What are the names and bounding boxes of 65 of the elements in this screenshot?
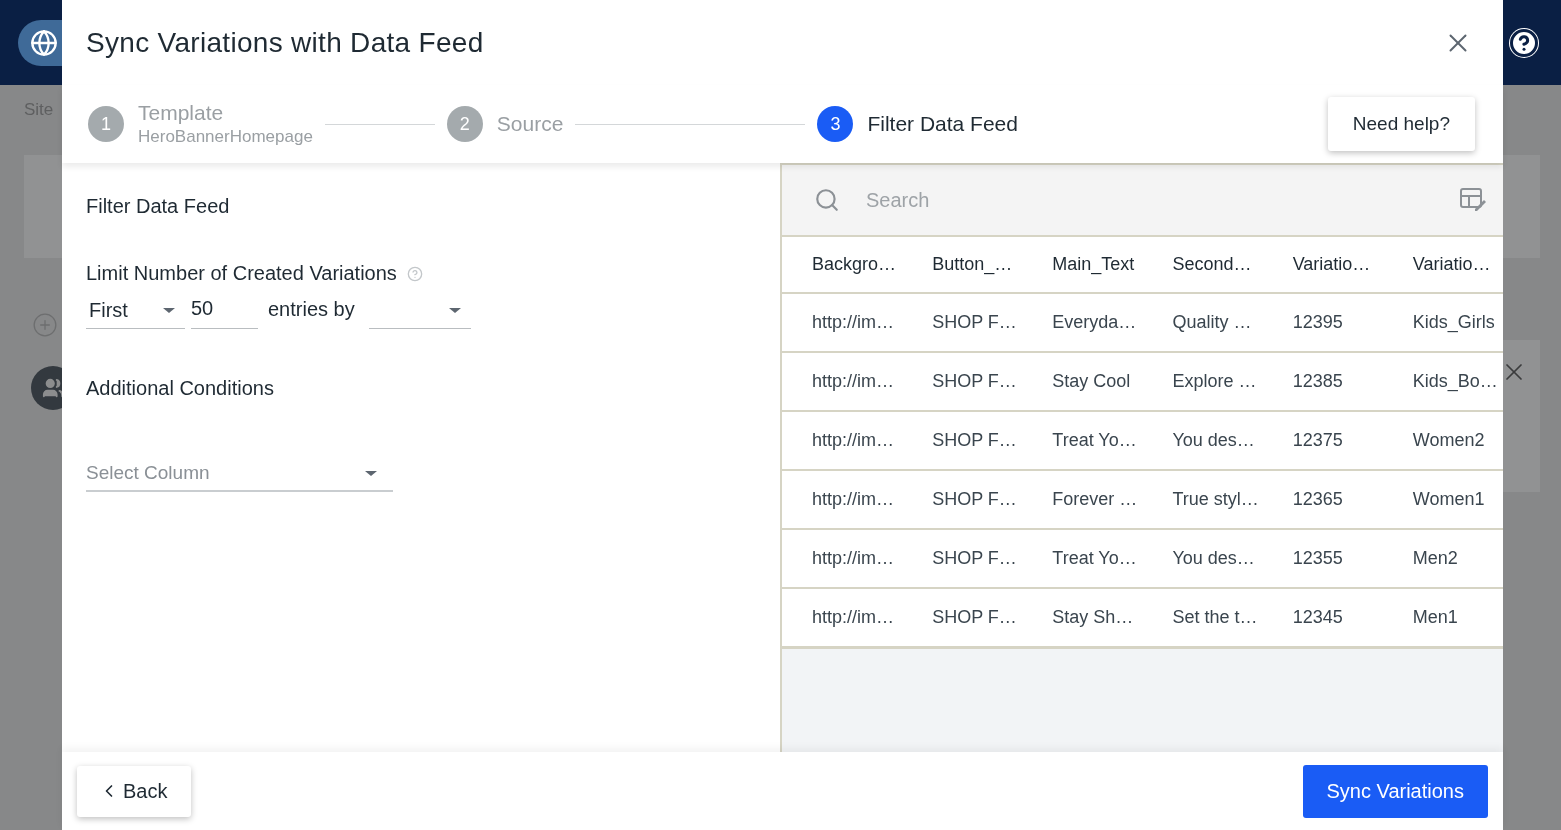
field-label: entries by bbox=[267, 298, 356, 322]
table-cell: http://im… bbox=[782, 293, 903, 352]
table-cell: SHOP F… bbox=[902, 529, 1023, 588]
search-field[interactable]: Search bbox=[864, 187, 1435, 213]
column-header[interactable]: Backgro… bbox=[782, 237, 903, 293]
table-cell: True styl… bbox=[1142, 470, 1263, 529]
section-heading: Filter Data Feed bbox=[86, 195, 231, 218]
table-cell: 12375 bbox=[1262, 411, 1383, 470]
table-cell: SHOP F… bbox=[902, 293, 1023, 352]
table-cell: Men2 bbox=[1382, 529, 1503, 588]
table-cell: Treat Yo… bbox=[1022, 529, 1143, 588]
table-cell: Set the t… bbox=[1142, 588, 1263, 648]
table-cell: http://im… bbox=[782, 529, 903, 588]
table-cell: 12395 bbox=[1262, 293, 1383, 352]
table-cell: 12345 bbox=[1262, 588, 1383, 648]
table-cell: Forever … bbox=[1022, 470, 1143, 529]
table-cell: Quality … bbox=[1142, 293, 1263, 352]
search-icon bbox=[814, 187, 840, 213]
table-cell: 12365 bbox=[1262, 470, 1383, 529]
field-label: Limit Number of Created Variations bbox=[86, 262, 397, 285]
table-cell: Stay Cool bbox=[1022, 352, 1143, 411]
table-cell: SHOP F… bbox=[902, 588, 1023, 648]
table-cell: SHOP F… bbox=[902, 411, 1023, 470]
table-cell: Stay Sh… bbox=[1022, 588, 1143, 648]
step-number: 2 bbox=[446, 106, 483, 142]
section-heading: Additional Conditions bbox=[86, 377, 275, 400]
table-edit-icon[interactable] bbox=[1459, 187, 1487, 213]
table-cell: Treat Yo… bbox=[1022, 411, 1143, 470]
table-cell: You des… bbox=[1142, 411, 1263, 470]
limit-count-field[interactable]: 50 bbox=[191, 293, 258, 329]
column-header[interactable]: Variatio… bbox=[1262, 237, 1383, 293]
step-number: 3 bbox=[817, 106, 854, 142]
sync-variations-button[interactable]: Sync Variations bbox=[1302, 764, 1488, 818]
step-number: 1 bbox=[88, 106, 124, 142]
table-cell: Everyda… bbox=[1022, 293, 1143, 352]
table-cell: http://im… bbox=[782, 411, 903, 470]
plus-circle-icon bbox=[32, 312, 58, 338]
table-cell: SHOP F… bbox=[902, 470, 1023, 529]
step-label: Source bbox=[496, 112, 564, 136]
table-cell: 12355 bbox=[1262, 529, 1383, 588]
help-icon[interactable] bbox=[1509, 27, 1539, 58]
limit-mode-dropdown[interactable]: First bbox=[86, 293, 185, 329]
dialog-title: Sync Variations with Data Feed bbox=[86, 26, 484, 59]
step-label: Template bbox=[138, 101, 225, 125]
column-header[interactable]: Main_Text bbox=[1022, 237, 1143, 293]
table-cell: You des… bbox=[1142, 529, 1263, 588]
table-cell: Kids_Bo… bbox=[1382, 352, 1503, 411]
step-label: Filter Data Feed bbox=[867, 112, 1018, 136]
globe-icon[interactable] bbox=[30, 28, 58, 57]
table-cell: Men1 bbox=[1382, 588, 1503, 648]
column-header[interactable]: Variatio… bbox=[1382, 237, 1503, 293]
table-cell: SHOP F… bbox=[902, 352, 1023, 411]
table-cell: http://im… bbox=[782, 352, 903, 411]
column-header[interactable]: Button_… bbox=[902, 237, 1023, 293]
table-cell: Explore … bbox=[1142, 352, 1263, 411]
table-cell: 12385 bbox=[1262, 352, 1383, 411]
step-sublabel: HeroBannerHomepage bbox=[138, 127, 313, 147]
table-cell: http://im… bbox=[782, 588, 903, 648]
column-header[interactable]: Second… bbox=[1142, 237, 1263, 293]
table-cell: Kids_Girls bbox=[1382, 293, 1503, 352]
help-button[interactable]: Need help? bbox=[1327, 97, 1475, 151]
back-button[interactable]: Back bbox=[77, 765, 192, 817]
table-cell: Women1 bbox=[1382, 470, 1503, 529]
table-cell: Women2 bbox=[1382, 411, 1503, 470]
table-cell: http://im… bbox=[782, 470, 903, 529]
